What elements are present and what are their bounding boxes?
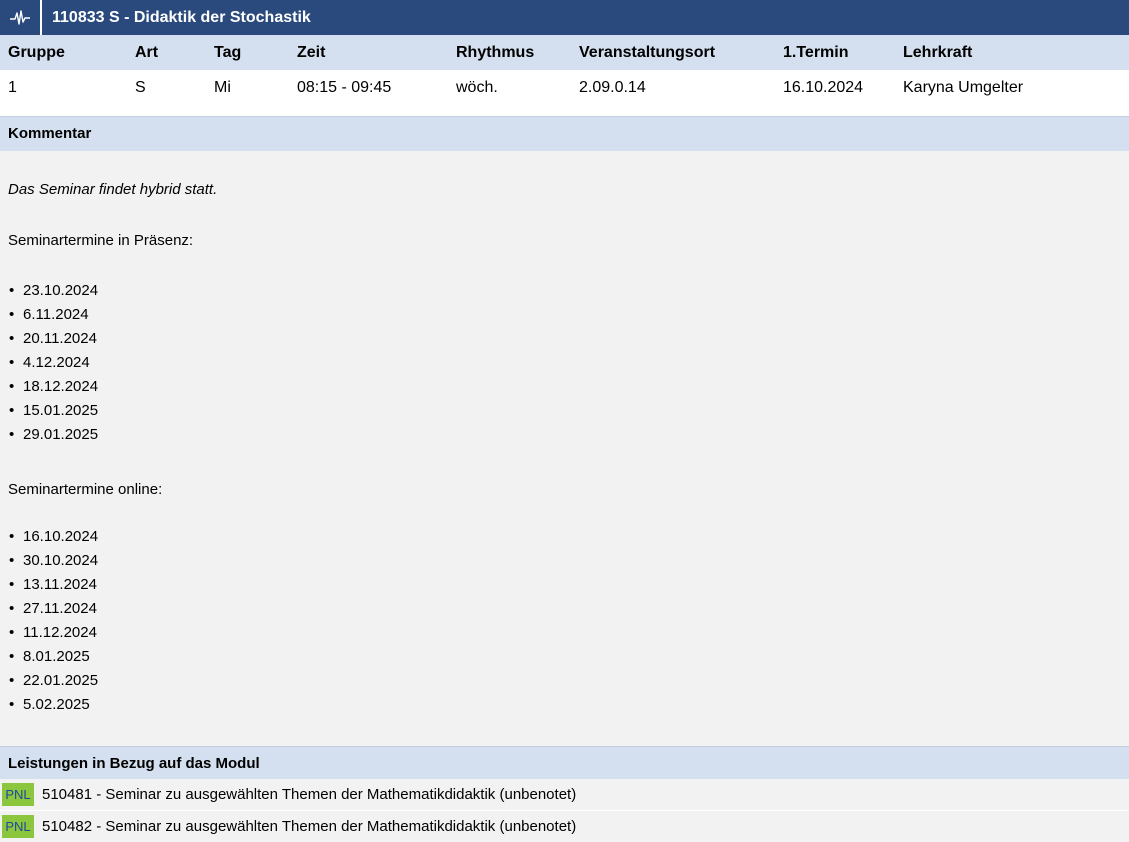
table-row: 1 S Mi 08:15 - 09:45 wöch. 2.09.0.14 16.…	[0, 70, 1129, 105]
cell-rhythmus: wöch.	[456, 79, 498, 96]
comment-intro: Das Seminar findet hybrid statt.	[8, 181, 218, 198]
modul-item-label[interactable]: 510481 - Seminar zu ausgewählten Themen …	[42, 779, 576, 810]
column-header-zeit: Zeit	[297, 44, 326, 61]
waveform-icon[interactable]	[0, 0, 42, 35]
bullet-icon: •	[9, 378, 15, 395]
column-header-termin: 1.Termin	[783, 44, 849, 61]
course-title-bar: 110833 S - Didaktik der Stochastik	[0, 0, 1129, 36]
course-detail-page: 110833 S - Didaktik der Stochastik Grupp…	[0, 0, 1129, 842]
column-header-lehrkraft: Lehrkraft	[903, 44, 973, 61]
cell-termin: 16.10.2024	[783, 79, 864, 96]
bullet-icon: •	[9, 672, 15, 689]
column-header-art: Art	[135, 44, 159, 61]
cell-tag: Mi	[214, 79, 231, 96]
bullet-icon: •	[9, 426, 15, 443]
column-header-gruppe: Gruppe	[8, 44, 65, 61]
presence-dates-label: Seminartermine in Präsenz:	[8, 232, 194, 249]
bullet-icon: •	[9, 696, 15, 713]
course-title: 110833 S - Didaktik der Stochastik	[52, 9, 311, 26]
bullet-icon: •	[9, 600, 15, 617]
bullet-icon: •	[9, 624, 15, 641]
cell-gruppe: 1	[8, 79, 17, 96]
column-header-rhythmus: Rhythmus	[456, 44, 535, 61]
table-header-row: Gruppe Art Tag Zeit Rhythmus Veranstaltu…	[0, 35, 1129, 71]
comment-section-heading: Kommentar	[0, 116, 1129, 151]
bullet-icon: •	[9, 648, 15, 665]
bullet-icon: •	[9, 330, 15, 347]
cell-lehrkraft[interactable]: Karyna Umgelter	[903, 70, 1023, 105]
column-header-tag: Tag	[214, 44, 242, 61]
column-header-veranstaltungsort: Veranstaltungsort	[579, 44, 716, 61]
bullet-icon: •	[9, 306, 15, 323]
comment-body: Das Seminar findet hybrid statt. Seminar…	[0, 151, 1129, 746]
list-item[interactable]: PNL 510482 - Seminar zu ausgewählten The…	[0, 811, 1129, 842]
bullet-icon: •	[9, 402, 15, 419]
online-dates-label: Seminartermine online:	[8, 481, 163, 498]
bullet-icon: •	[9, 576, 15, 593]
cell-veranstaltungsort[interactable]: 2.09.0.14	[579, 70, 646, 105]
modul-section-heading: Leistungen in Bezug auf das Modul	[0, 746, 1129, 779]
list-item[interactable]: PNL 510481 - Seminar zu ausgewählten The…	[0, 779, 1129, 811]
cell-art: S	[135, 79, 146, 96]
bullet-icon: •	[9, 552, 15, 569]
cell-zeit: 08:15 - 09:45	[297, 79, 392, 96]
pnl-badge: PNL	[2, 783, 34, 806]
pnl-badge: PNL	[2, 815, 34, 838]
bullet-icon: •	[9, 528, 15, 545]
bullet-icon: •	[9, 354, 15, 371]
bullet-icon: •	[9, 282, 15, 299]
modul-item-label[interactable]: 510482 - Seminar zu ausgewählten Themen …	[42, 811, 576, 842]
